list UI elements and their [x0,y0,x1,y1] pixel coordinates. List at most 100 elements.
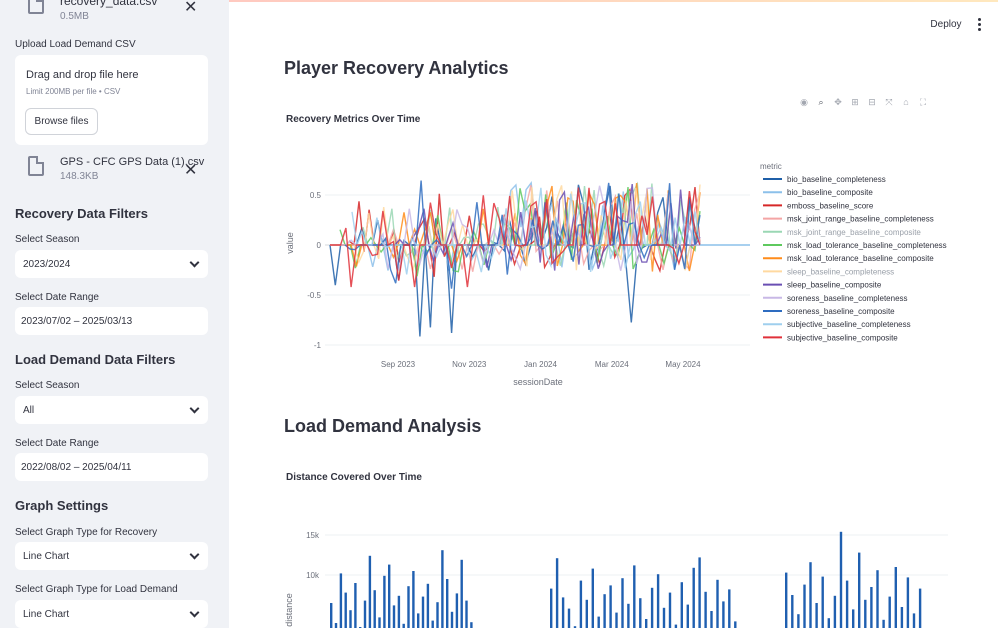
x-tick-label: Sep 2023 [381,360,416,369]
distance-bar [722,601,725,628]
distance-bar [845,580,849,628]
distance-bar [426,583,430,628]
distance-bar [446,579,449,628]
legend-entry: emboss_baseline_score [787,201,874,210]
recovery-season-select[interactable]: 2023/2024 [15,250,208,278]
pan-icon[interactable]: ✥ [832,96,844,108]
distance-bar [668,592,672,628]
recovery-metrics-chart[interactable]: 0.5 0 -0.5 -1 Sep 2023 Nov 2023 Jan 2024 Mar 20… [280,150,970,390]
file-size: 0.5MB [60,11,89,22]
legend-entry: subjective_baseline_completeness [787,320,911,329]
recovery-date-range-input[interactable]: 2023/07/02 – 2025/03/13 [15,307,208,335]
legend-title: metric [760,162,782,171]
select-value: 2023/2024 [23,258,71,270]
y-tick-label: 0.5 [310,191,322,200]
distance-bar [692,567,695,628]
distance-bar [686,604,689,628]
distance-bar [728,589,731,628]
y-axis-label: value [285,232,295,254]
distance-bar [460,559,463,628]
load-season-label: Select Season [15,380,80,391]
chart-modebar: ◉ ⌕ ✥ ⊞ ⊟ ⤧ ⌂ ⛶ [798,96,929,108]
y-tick-label: 0 [317,241,322,250]
recovery-graph-type-select[interactable]: Line Chart [15,542,208,570]
camera-icon[interactable]: ◉ [798,96,810,108]
legend-entry: sleep_baseline_composite [787,281,882,290]
dropzone-subtitle: Limit 200MB per file • CSV [26,87,121,96]
distance-bar [698,557,701,628]
distance-bar [436,602,439,628]
distance-bar [791,595,794,628]
legend-entry: msk_joint_range_baseline_completeness [787,215,934,224]
x-tick-label: May 2024 [665,360,701,369]
distance-bar [900,607,904,628]
distance-bar [918,588,922,628]
distance-bar [833,595,837,628]
distance-bar [821,576,824,628]
remove-file-icon[interactable]: ✕ [184,160,197,180]
fullscreen-icon[interactable]: ⛶ [917,96,929,108]
remove-file-icon[interactable]: ✕ [184,0,197,17]
main-menu-icon[interactable] [974,16,984,32]
distance-bar [674,624,678,628]
date-range-value: 2022/08/02 – 2025/04/11 [21,461,132,473]
distance-bar [373,590,376,628]
select-value: Line Chart [23,608,70,620]
file-dropzone[interactable]: Drag and drop file here Limit 200MB per … [15,55,208,145]
load-graph-type-select[interactable]: Line Chart [15,600,208,628]
y-tick-label: 15k [306,531,320,540]
distance-bar [330,603,333,628]
distance-bar [339,573,343,628]
distance-bar [383,575,386,628]
distance-bar [368,555,372,628]
file-size: 148.3KB [60,171,99,182]
recovery-graph-type-label: Select Graph Type for Recovery [15,527,158,538]
autoscale-icon[interactable]: ⤧ [883,96,895,108]
load-date-range-input[interactable]: 2022/08/02 – 2025/04/11 [15,453,208,481]
distance-bar [785,572,788,628]
chevron-down-icon [189,549,200,560]
uploaded-file-recovery: recovery_data.csv 0.5MB [28,0,157,22]
distance-bar [561,597,565,628]
distance-bar [734,621,737,628]
legend-entry: subjective_baseline_composite [787,333,898,342]
distance-bar [827,618,830,628]
chevron-down-icon [189,607,200,618]
load-season-select[interactable]: All [15,396,208,424]
distance-bar [431,620,434,628]
date-range-value: 2023/07/02 – 2025/03/13 [21,315,133,327]
distance-bar [455,593,459,628]
distance-bar [597,616,600,628]
dropzone-title: Drag and drop file here [26,69,139,81]
home-icon[interactable]: ⌂ [900,96,912,108]
load-date-label: Select Date Range [15,438,99,449]
zoom-in-icon[interactable]: ⊞ [849,96,861,108]
distance-bar [839,531,843,628]
distance-bar [470,622,473,628]
legend-entry: msk_load_tolerance_baseline_completeness [787,241,947,250]
distance-bar [894,567,897,628]
series-lines [329,180,750,337]
zoom-icon[interactable]: ⌕ [815,96,827,108]
distance-bar [388,564,391,628]
select-value: Line Chart [23,550,70,562]
distance-bar [363,600,367,628]
distance-bar [550,588,553,628]
distance-bar [803,584,806,628]
legend-entry: msk_load_tolerance_baseline_composite [787,254,934,263]
browse-files-button[interactable]: Browse files [25,108,98,135]
distance-bar [621,578,624,628]
distance-chart-title: Distance Covered Over Time [286,472,422,483]
distance-covered-chart[interactable]: 15k 10k distance [280,515,970,628]
zoom-out-icon[interactable]: ⊟ [866,96,878,108]
distance-bar [912,613,916,628]
distance-bar [906,577,910,628]
legend-entry: soreness_baseline_composite [787,307,895,316]
x-tick-label: Mar 2024 [595,360,629,369]
deploy-button[interactable]: Deploy [926,16,966,32]
recovery-chart-title: Recovery Metrics Over Time [286,114,421,125]
distance-bar [421,596,425,628]
distance-bar [797,614,800,628]
distance-bar [656,574,660,628]
load-graph-type-label: Select Graph Type for Load Demand [15,584,178,595]
